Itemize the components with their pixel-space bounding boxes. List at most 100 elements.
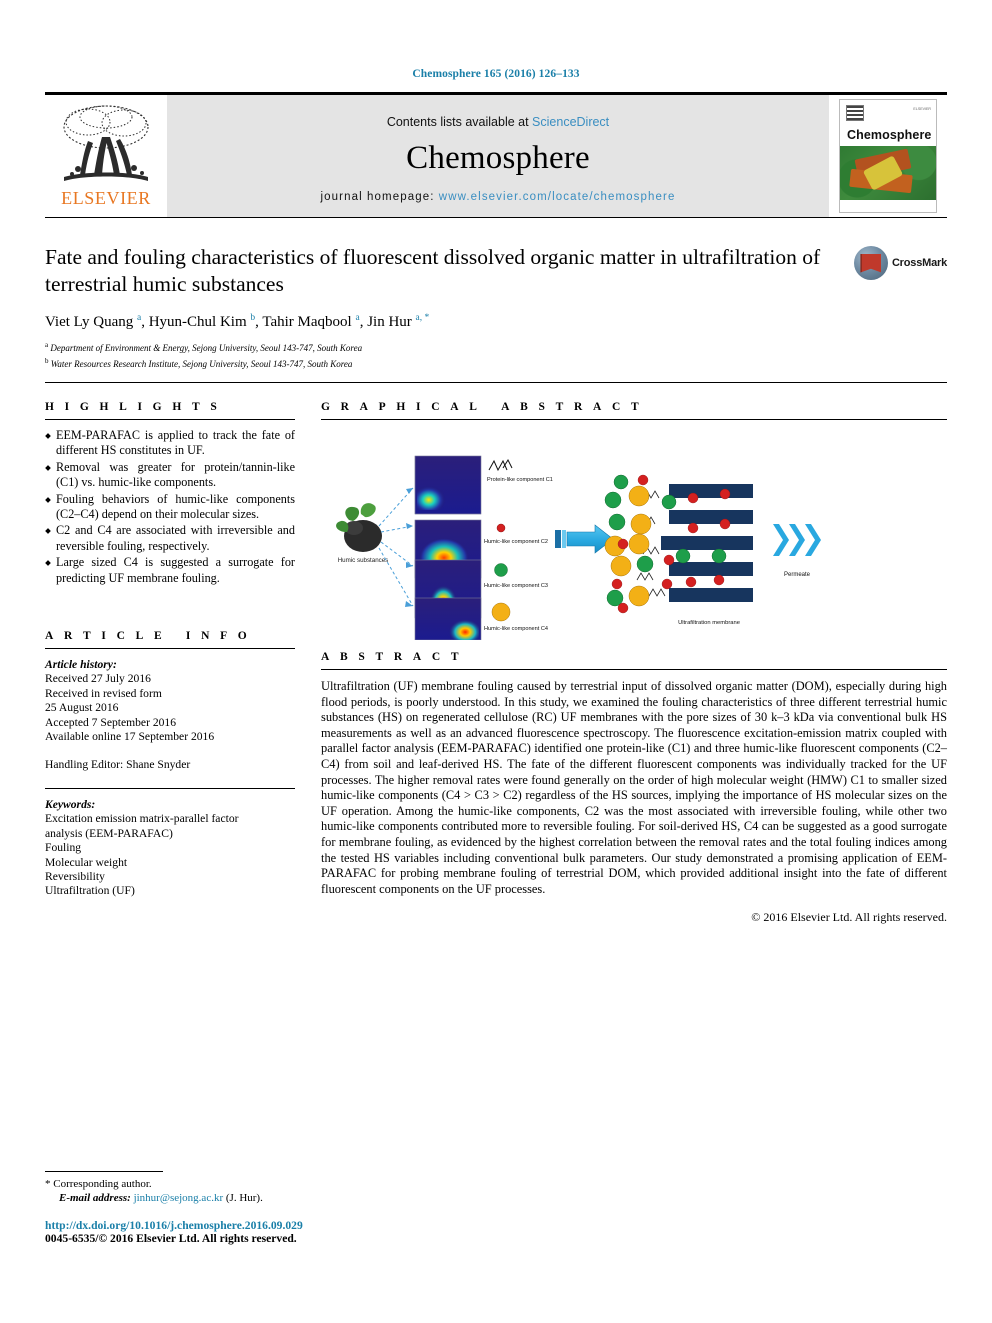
doi-link[interactable]: http://dx.doi.org/10.1016/j.chemosphere.…: [45, 1219, 465, 1232]
graphical-abstract-divider: [321, 419, 947, 420]
email-label: E-mail address:: [59, 1192, 131, 1204]
history-accepted: Accepted 7 September 2016: [45, 715, 177, 729]
history-online: Available online 17 September 2016: [45, 730, 215, 744]
email-link[interactable]: jinhur@sejong.ac.kr: [134, 1192, 224, 1204]
issn-copyright: 0045-6535/© 2016 Elsevier Ltd. All right…: [45, 1232, 297, 1245]
ga-connector-arrowheads: [405, 488, 413, 607]
sciencedirect-link[interactable]: ScienceDirect: [532, 115, 609, 129]
crossmark-book-icon: [860, 253, 882, 273]
highlights-list: EEM-PARAFAC is applied to track the fate…: [45, 428, 295, 586]
ga-component-c3: Humic-like component C3: [484, 563, 548, 589]
article-info-divider: [45, 648, 295, 650]
title-block: CrossMark Fate and fouling characteristi…: [45, 244, 947, 383]
keyword-item: analysis (EEM-PARAFAC): [45, 826, 173, 840]
cover-image: ELSEVIER Chemosphere: [839, 99, 937, 213]
contents-prefix: Contents lists available at: [386, 115, 533, 129]
handling-editor: Handling Editor: Shane Snyder: [45, 757, 191, 771]
ga-label-c1: Protein-like component C1: [487, 477, 553, 483]
list-item: Fouling behaviors of humic-like componen…: [45, 492, 295, 523]
content-columns: H I G H L I G H T S EEM-PARAFAC is appli…: [45, 383, 947, 925]
abstract-divider: [321, 669, 947, 670]
journal-masthead: ELSEVIER Contents lists available at Sci…: [45, 92, 947, 218]
elsevier-wordmark: ELSEVIER: [61, 188, 151, 208]
homepage-url-link[interactable]: www.elsevier.com/locate/chemosphere: [439, 191, 676, 203]
ga-source-label: Humic substances: [338, 557, 389, 564]
journal-title: Chemosphere: [406, 140, 590, 176]
cover-photo: [840, 146, 936, 200]
eem-plot-c4: [414, 597, 482, 641]
footnote-rule: [45, 1171, 163, 1172]
keywords-label: Keywords:: [45, 797, 96, 811]
abstract-copyright: © 2016 Elsevier Ltd. All rights reserved…: [751, 910, 947, 925]
keywords-block: Keywords: Excitation emission matrix-par…: [45, 798, 295, 899]
abstract-heading: A B S T R A C T: [321, 651, 463, 663]
cover-bottom-band: [840, 200, 936, 210]
affiliation-a-text: Department of Environment & Energy, Sejo…: [50, 343, 363, 353]
affiliation-list: a Department of Environment & Energy, Se…: [45, 339, 947, 370]
ga-membrane-label: Ultrafiltration membrane: [678, 620, 740, 626]
keyword-item: Reversibility: [45, 869, 105, 883]
ga-label-c3: Humic-like component C3: [484, 583, 548, 589]
graphical-abstract-heading: G R A P H I C A L A B S T R A C T: [321, 401, 643, 413]
crossmark-label: CrossMark: [891, 257, 947, 269]
cover-publisher-text: ELSEVIER: [913, 107, 931, 111]
running-head: Chemosphere 165 (2016) 126–133: [412, 68, 580, 80]
list-item: EEM-PARAFAC is applied to track the fate…: [45, 428, 295, 459]
corresponding-author-note: * Corresponding author.: [45, 1177, 465, 1191]
graphical-abstract-figure: Humic substances Protein-like component …: [321, 428, 947, 643]
elsevier-tree-icon: [63, 105, 149, 181]
elsevier-mark-icon: [846, 105, 864, 121]
email-note: E-mail address: jinhur@sejong.ac.kr (J. …: [45, 1191, 465, 1205]
highlights-heading: H I G H L I G H T S: [45, 401, 221, 413]
ga-component-c2: Humic-like component C2: [484, 523, 548, 545]
right-column: G R A P H I C A L A B S T R A C T Humic …: [321, 383, 947, 925]
affiliation-a: a Department of Environment & Energy, Se…: [45, 341, 363, 353]
graphical-abstract-svg: Humic substances Protein-like component …: [336, 455, 821, 641]
process-arrow-icon: [555, 524, 614, 554]
history-revised-date: 25 August 2016: [45, 701, 119, 715]
left-column: H I G H L I G H T S EEM-PARAFAC is appli…: [45, 383, 295, 899]
history-revised: Received in revised form: [45, 686, 162, 700]
ga-component-c4: Humic-like component C4: [484, 602, 548, 632]
humic-source-icon: [336, 503, 382, 552]
homepage-label: journal homepage:: [320, 191, 435, 203]
contents-available-line: Contents lists available at ScienceDirec…: [387, 115, 609, 129]
keyword-item: Ultrafiltration (UF): [45, 884, 135, 898]
ga-connector-lines: [378, 487, 414, 607]
elsevier-logo: ELSEVIER: [45, 95, 167, 217]
keywords-divider: [45, 787, 295, 789]
ga-label-c2: Humic-like component C2: [484, 539, 548, 545]
keyword-item: Molecular weight: [45, 855, 128, 869]
email-suffix: (J. Hur).: [225, 1192, 263, 1204]
cover-journal-title: Chemosphere: [847, 128, 932, 142]
affiliation-b: b Water Resources Research Institute, Se…: [45, 356, 353, 369]
article-first-page: Chemosphere 165 (2016) 126–133 ELSEVIER …: [0, 0, 992, 1323]
list-item: Large sized C4 is suggested a surrogate …: [45, 555, 295, 586]
journal-homepage-line: journal homepage: www.elsevier.com/locat…: [321, 191, 676, 203]
eem-plot-c1: [414, 455, 482, 515]
affiliation-b-text: Water Resources Research Institute, Sejo…: [50, 358, 353, 369]
list-item: Removal was greater for protein/tannin-l…: [45, 460, 295, 491]
ga-label-c4: Humic-like component C4: [484, 626, 548, 632]
article-history-label: Article history:: [45, 658, 117, 672]
abstract-body: Ultrafiltration (UF) membrane fouling ca…: [321, 679, 947, 896]
ga-component-c1: Protein-like component C1: [487, 458, 553, 483]
article-history-block: Article history: Received 27 July 2016 R…: [45, 658, 295, 772]
keyword-item: Excitation emission matrix-parallel fact…: [45, 812, 239, 826]
corresponding-marker: *: [45, 1178, 51, 1190]
permeate-chevron-icons: [773, 524, 821, 556]
keyword-item: Fouling: [45, 841, 82, 855]
page-title: Fate and fouling characteristics of fluo…: [45, 245, 821, 296]
corresponding-label: Corresponding author.: [53, 1178, 152, 1190]
masthead-center: Contents lists available at ScienceDirec…: [167, 95, 829, 217]
cover-top-band: ELSEVIER Chemosphere: [840, 100, 936, 146]
list-item: C2 and C4 are associated with irreversib…: [45, 523, 295, 554]
journal-cover-thumbnail: ELSEVIER Chemosphere: [829, 95, 947, 217]
history-received: Received 27 July 2016: [45, 672, 151, 686]
crossmark-icon: [853, 246, 888, 280]
ga-permeate-label: Permeate: [784, 572, 811, 578]
crossmark-badge-group[interactable]: CrossMark: [853, 246, 947, 280]
highlights-divider: [45, 419, 295, 420]
article-info-heading: A R T I C L E I N F O: [45, 630, 251, 643]
